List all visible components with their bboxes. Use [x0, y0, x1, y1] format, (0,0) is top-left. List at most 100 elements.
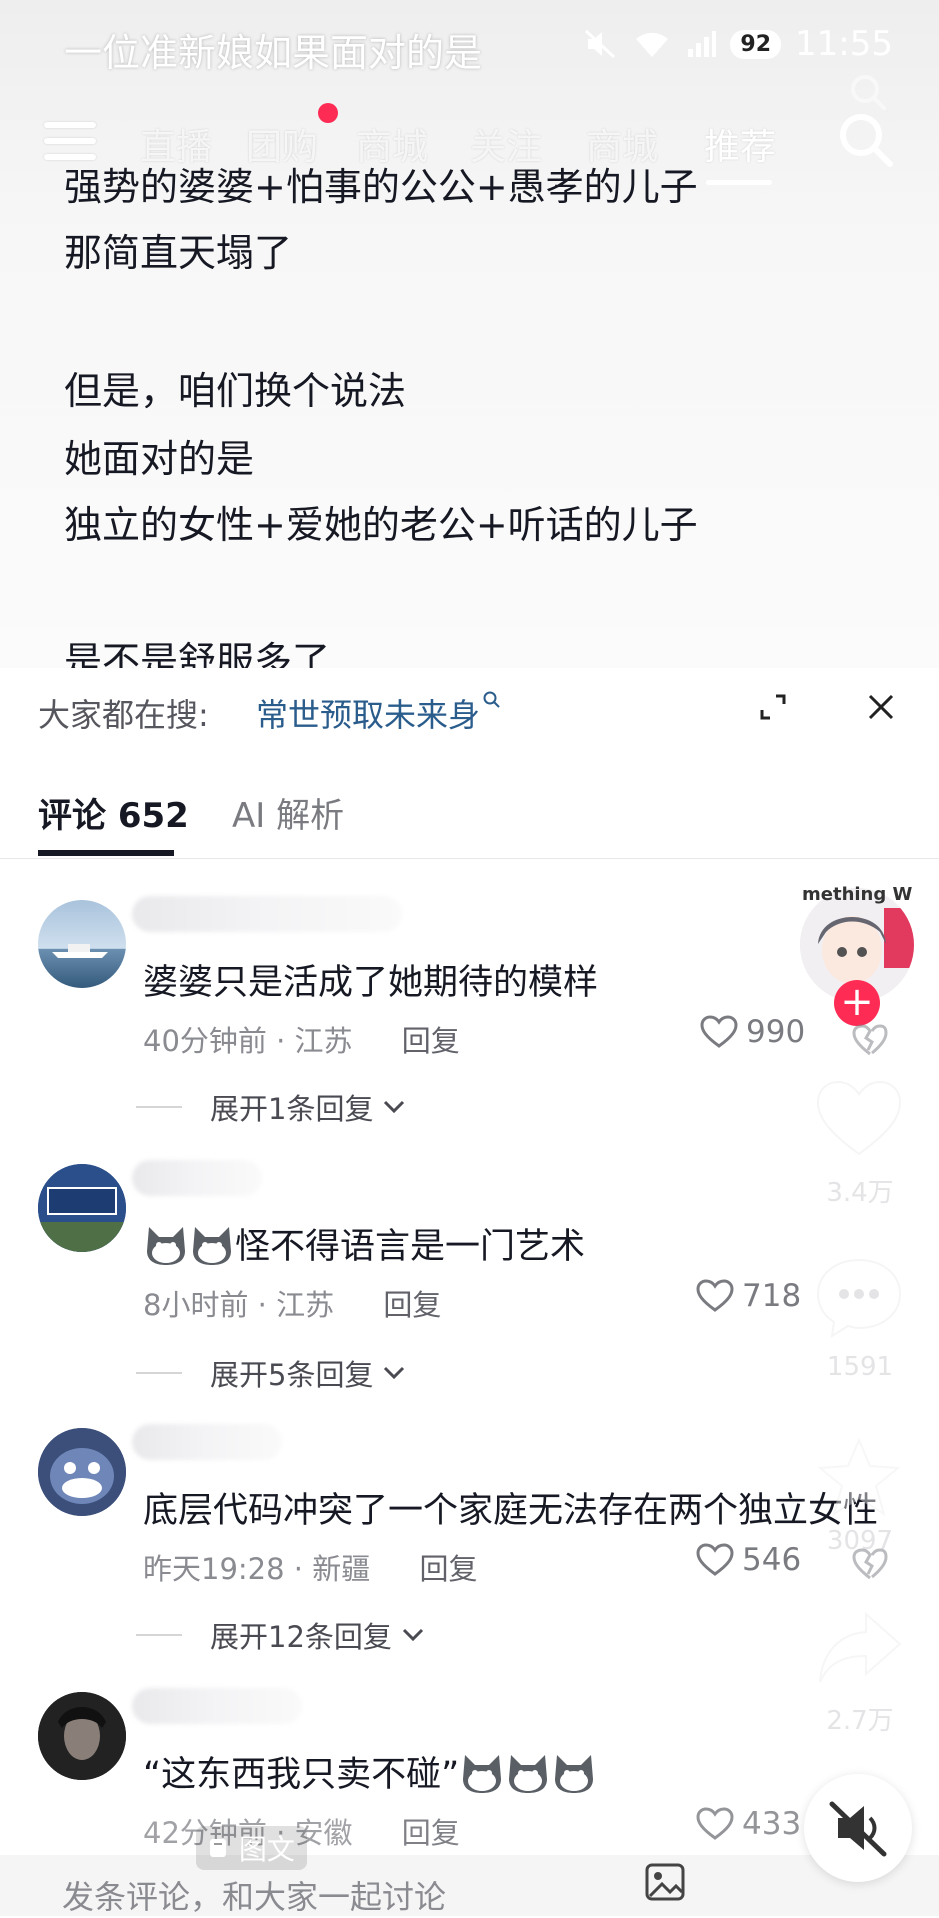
expand-icon[interactable]: [756, 690, 790, 724]
username-blurred[interactable]: [132, 1424, 282, 1460]
notification-dot: [318, 103, 338, 123]
heart-icon: [696, 1807, 734, 1840]
chevron-down-icon: [402, 1628, 423, 1642]
post-line: 强势的婆婆+怕事的公公+愚孝的儿子: [64, 165, 698, 209]
dislike-icon[interactable]: [852, 1548, 888, 1580]
comment-text: 底层代码冲突了一个家庭无法存在两个独立女性: [143, 1491, 879, 1531]
expand-replies[interactable]: 展开12条回复: [136, 1614, 424, 1656]
post-line: 独立的女性+爱她的老公+听话的儿子: [64, 503, 698, 547]
search-icon[interactable]: [836, 110, 896, 170]
star-icon[interactable]: [816, 1436, 902, 1520]
username-blurred[interactable]: [132, 896, 402, 932]
mute-status-icon: [585, 29, 616, 59]
avatar[interactable]: [38, 900, 126, 988]
dislike-icon[interactable]: [852, 1024, 888, 1056]
like-button[interactable]: 718: [696, 1278, 801, 1314]
avatar[interactable]: [38, 1164, 126, 1252]
post-content-area: 直播 团购 商城 关注 商城 推荐 一位准新娘如果面对的是 92 11:55 强…: [0, 0, 939, 668]
like-button[interactable]: 433: [696, 1806, 801, 1842]
status-title: 一位准新娘如果面对的是: [64, 31, 483, 75]
heart-icon: [696, 1543, 734, 1576]
comment-text-row: “这东西我只卖不碰”: [143, 1746, 597, 1797]
like-heart-icon[interactable]: [814, 1078, 904, 1158]
search-suggestion-term: 常世预取未来身: [256, 696, 481, 734]
husky-emoji-icon: [509, 1754, 548, 1793]
active-tab-indicator: [38, 850, 174, 856]
avatar-image: [38, 1164, 126, 1252]
chevron-down-icon: [384, 1366, 405, 1380]
speaker-muted-icon: [829, 1801, 887, 1857]
search-suggestion-label: 大家都在搜:: [38, 696, 209, 734]
side-share-count: 2.7万: [826, 1706, 894, 1736]
divider: [0, 858, 939, 859]
creator-avatar-caption: mething W: [802, 884, 913, 905]
avatar[interactable]: [38, 1428, 126, 1516]
reply-button[interactable]: 回复: [383, 1288, 441, 1322]
clock: 11:55: [795, 24, 893, 64]
wifi-icon: [636, 32, 669, 57]
follow-plus-button[interactable]: +: [834, 980, 880, 1026]
comment-input-placeholder[interactable]: 发条评论，和大家一起讨论: [62, 1872, 446, 1918]
heart-icon: [700, 1015, 738, 1048]
comment-meta: 40分钟前 · 江苏 回复: [143, 1018, 460, 1060]
husky-emoji-icon: [463, 1754, 502, 1793]
expand-replies-label: 展开1条回复: [210, 1092, 374, 1126]
post-line: 她面对的是: [64, 437, 255, 481]
husky-emoji-icon: [147, 1226, 185, 1265]
like-button[interactable]: 546: [696, 1542, 801, 1578]
search-suggestion-link[interactable]: 常世预取未来身: [256, 690, 502, 736]
like-count: 433: [742, 1806, 802, 1842]
expand-replies[interactable]: 展开1条回复: [136, 1086, 405, 1128]
avatar-image: [52, 944, 108, 958]
tab-comments[interactable]: 评论 652: [38, 788, 189, 837]
heart-icon: [696, 1279, 734, 1312]
avatar-image: [38, 1428, 126, 1516]
search-small-icon: [483, 691, 500, 708]
comment-text: 怪不得语言是一门艺术: [235, 1227, 586, 1267]
reply-button[interactable]: 回复: [402, 1816, 460, 1850]
battery-indicator: 92: [730, 29, 782, 59]
reply-button[interactable]: 回复: [402, 1024, 460, 1058]
signal-icon: [688, 31, 717, 57]
reply-button[interactable]: 回复: [419, 1552, 477, 1586]
image-text-badge: 图文: [196, 1826, 307, 1870]
comment-text-row: 怪不得语言是一门艺术: [143, 1218, 585, 1269]
post-line: 但是，咱们换个说法: [64, 369, 407, 413]
search-icon-ghost: [851, 75, 886, 110]
mute-button[interactable]: [804, 1774, 912, 1882]
image-icon[interactable]: [644, 1862, 686, 1902]
like-count: 990: [746, 1014, 806, 1050]
comment-bubble-icon[interactable]: [814, 1256, 904, 1340]
comment-text: 婆婆只是活成了她期待的模样: [143, 963, 599, 1003]
expand-replies[interactable]: 展开5条回复: [136, 1352, 405, 1394]
side-comment-count: 1591: [826, 1352, 894, 1382]
tab-recommend[interactable]: 推荐: [704, 118, 776, 170]
husky-emoji-icon: [193, 1226, 231, 1265]
username-blurred[interactable]: [132, 1160, 262, 1196]
comment-text: “这东西我只卖不碰”: [143, 1755, 460, 1795]
share-arrow-icon[interactable]: [816, 1610, 904, 1686]
side-like-count: 3.4万: [826, 1178, 894, 1208]
avatar[interactable]: [38, 1692, 126, 1780]
post-line: 那简直天塌了: [64, 231, 293, 275]
like-button[interactable]: 990: [700, 1014, 805, 1050]
username-blurred[interactable]: [132, 1688, 302, 1724]
image-text-label: 图文: [238, 1833, 295, 1866]
expand-replies-label: 展开12条回复: [210, 1620, 392, 1654]
expand-replies-label: 展开5条回复: [210, 1358, 374, 1392]
like-count: 718: [742, 1278, 802, 1314]
image-text-icon: [210, 1839, 226, 1857]
avatar-image: [38, 1692, 126, 1780]
status-indicators: 92 11:55: [584, 24, 893, 64]
tab-underline: [706, 180, 772, 185]
divider: [136, 1106, 182, 1108]
like-count: 546: [742, 1542, 802, 1578]
comment-time-location: 昨天19:28 · 新疆: [143, 1552, 371, 1586]
comment-meta: 8小时前 · 江苏 回复: [143, 1282, 441, 1324]
close-icon[interactable]: [864, 690, 898, 724]
comment-time-location: 40分钟前 · 江苏: [143, 1024, 353, 1058]
tab-ai-analysis[interactable]: AI 解析: [232, 788, 344, 837]
divider: [136, 1634, 182, 1636]
post-line: 是不是舒服多了: [64, 639, 331, 668]
chevron-down-icon: [384, 1100, 405, 1114]
